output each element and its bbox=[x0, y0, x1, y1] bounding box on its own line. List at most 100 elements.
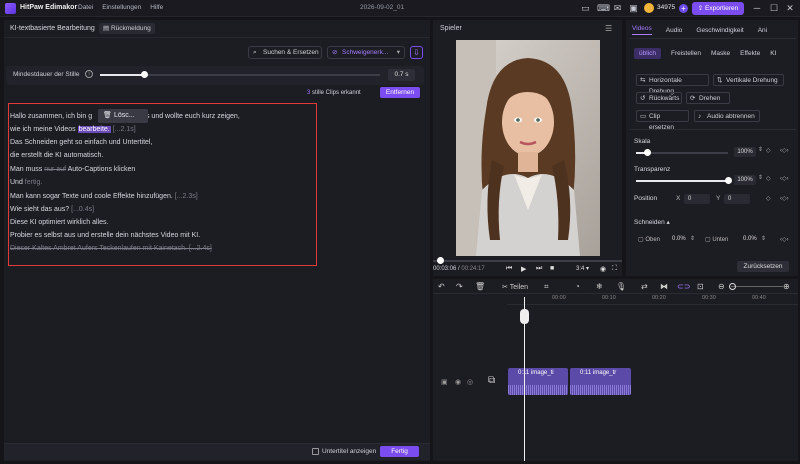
transcript-line[interactable]: Wie sieht das aus? [...0.4s] bbox=[10, 206, 94, 213]
reset-button[interactable]: Zurücksetzen bbox=[737, 261, 789, 272]
stepper-icon[interactable]: ⇕ bbox=[758, 146, 763, 153]
reset-icon[interactable]: ‹◇› bbox=[780, 195, 789, 202]
transcript-line[interactable]: die erstellt die KI automatisch. bbox=[10, 152, 103, 159]
tab-audio[interactable]: Audio bbox=[666, 27, 683, 34]
crop-tool-icon[interactable]: ⌗ bbox=[544, 282, 549, 292]
pos-x-input[interactable]: 0 bbox=[684, 194, 710, 204]
monitor-icon[interactable]: ▭ bbox=[580, 3, 591, 14]
subtab-cutout[interactable]: Freistellen bbox=[671, 50, 701, 57]
transcript-line[interactable]: Diese KI optimiert wirklich alles. bbox=[10, 219, 108, 226]
player-progress-track[interactable] bbox=[433, 260, 622, 262]
timeline-clip[interactable]: 0:11 image_ti bbox=[508, 368, 568, 395]
transcript-line[interactable]: Das Schneiden geht so einfach und Untert… bbox=[10, 139, 152, 146]
reset-icon[interactable]: ‹◇› bbox=[780, 147, 789, 154]
reset-icon[interactable]: ‹◇› bbox=[780, 236, 789, 243]
pause-marker[interactable]: [...2.1s] bbox=[113, 126, 136, 133]
preview-icon[interactable]: ⊡ bbox=[697, 282, 704, 291]
info-icon[interactable]: i bbox=[85, 70, 93, 78]
player-menu-icon[interactable]: ☰ bbox=[605, 24, 612, 33]
crop-top-value[interactable]: 0.0% bbox=[672, 236, 686, 242]
redo-icon[interactable]: ↷ bbox=[456, 282, 463, 291]
next-frame-icon[interactable]: ⏭ bbox=[536, 265, 542, 273]
delete-popup[interactable]: 🗑 Lösc... bbox=[98, 109, 148, 123]
transcript-line[interactable]: Und fertig. bbox=[10, 179, 42, 186]
detach-audio-button[interactable]: ♪ Audio abtrennen bbox=[694, 110, 760, 122]
export-text-button[interactable]: ⇩ bbox=[410, 46, 423, 59]
keyframe-icon[interactable]: ◇ bbox=[766, 175, 771, 182]
keyboard-icon[interactable]: ⌨ bbox=[597, 3, 610, 14]
video-preview[interactable] bbox=[456, 40, 600, 256]
mail-icon[interactable]: ✉ bbox=[612, 3, 623, 14]
silence-detection-dropdown[interactable]: ⊘ Schweigenerk... ▾ bbox=[327, 46, 405, 59]
zoom-out-icon[interactable]: ⊖ bbox=[718, 282, 725, 291]
pause-marker[interactable]: [...0.4s] bbox=[71, 206, 94, 213]
subtab-effects[interactable]: Effekte bbox=[740, 50, 760, 57]
replace-clip-button[interactable]: ▭ Clip ersetzen bbox=[636, 110, 689, 131]
keyframe-icon[interactable]: ◇ bbox=[766, 195, 771, 202]
transcript-line[interactable]: Man muss nur auf Auto-Captions klicken bbox=[10, 166, 135, 173]
flip-horizontal-button[interactable]: ⇆ Horizontale Drehung bbox=[636, 74, 709, 95]
menu-settings[interactable]: Einstellungen bbox=[102, 4, 141, 11]
link-icon[interactable]: ⇄ bbox=[641, 282, 648, 291]
remove-button[interactable]: Entfernen bbox=[380, 87, 420, 98]
close-icon[interactable]: ✕ bbox=[785, 3, 795, 13]
zoom-thumb[interactable] bbox=[729, 283, 736, 290]
pause-marker[interactable]: [...2.3s] bbox=[175, 193, 198, 200]
opacity-value[interactable]: 100% bbox=[734, 175, 756, 185]
min-silence-value[interactable]: 0.7 s bbox=[388, 69, 415, 81]
done-button[interactable]: Fertig bbox=[380, 446, 419, 457]
cover-icon[interactable]: ⧉ bbox=[488, 375, 495, 386]
delete-icon[interactable]: 🗑 bbox=[475, 282, 485, 291]
timeline-clip[interactable]: 0:11 image_tr bbox=[570, 368, 631, 395]
export-button[interactable]: ⇪ Exportieren bbox=[692, 2, 744, 15]
tab-speed[interactable]: Geschwindigkeit bbox=[696, 27, 743, 34]
stepper-icon[interactable]: ⇕ bbox=[690, 235, 695, 242]
stepper-icon[interactable]: ⇕ bbox=[758, 174, 763, 181]
zoom-in-icon[interactable]: ⊕ bbox=[783, 282, 790, 291]
menu-file[interactable]: Datei bbox=[78, 4, 93, 11]
transcript-line[interactable]: Probier es selbst aus und erstelle dein … bbox=[10, 232, 200, 239]
reset-icon[interactable]: ‹◇› bbox=[780, 175, 789, 182]
show-subtitles-checkbox[interactable] bbox=[312, 448, 319, 455]
undo-icon[interactable]: ↶ bbox=[438, 282, 445, 291]
timeline-ruler[interactable]: 00:00 00:10 00:20 00:30 00:40 bbox=[507, 295, 798, 302]
menu-help[interactable]: Hilfe bbox=[150, 4, 163, 11]
maximize-icon[interactable]: ☐ bbox=[769, 3, 779, 13]
play-icon[interactable]: ▶ bbox=[521, 265, 526, 273]
snap-icon[interactable]: ⧓ bbox=[660, 282, 668, 291]
search-replace-button[interactable]: ⌕ Suchen & Ersetzen bbox=[248, 46, 322, 59]
reverse-button[interactable]: ↺ Rückwärts bbox=[636, 92, 682, 104]
speed-icon[interactable]: ◔ bbox=[575, 282, 580, 291]
subtab-ai[interactable]: KI bbox=[770, 50, 776, 57]
crop-bottom-value[interactable]: 0.0% bbox=[743, 236, 757, 242]
fullscreen-icon[interactable]: ⛶ bbox=[612, 265, 617, 273]
stepper-icon[interactable]: ⇕ bbox=[761, 235, 766, 242]
mic-icon[interactable]: 🎙 bbox=[616, 282, 626, 291]
flip-vertical-button[interactable]: ⇅ Vertikale Drehung bbox=[713, 74, 784, 86]
track-eye-icon[interactable]: ◉ bbox=[455, 378, 461, 386]
keyframe-icon[interactable]: ◇ bbox=[766, 147, 771, 154]
transcript-line[interactable]: wie ich meine Videos bearbeite. [...2.1s… bbox=[10, 126, 136, 133]
stop-icon[interactable]: ■ bbox=[550, 265, 554, 272]
subtab-common[interactable]: üblich bbox=[634, 48, 661, 59]
minimize-icon[interactable]: ─ bbox=[752, 3, 762, 13]
crop-section[interactable]: Schneiden ▴ bbox=[634, 218, 670, 226]
opacity-slider-thumb[interactable] bbox=[724, 177, 732, 184]
track-mute-icon[interactable]: ◎ bbox=[467, 378, 473, 386]
rotate-button[interactable]: ⟳ Drehen bbox=[686, 92, 730, 104]
transcript-line-deleted[interactable]: Dieser Kaltes Ambret Aufers Teckenlaufen… bbox=[10, 245, 212, 252]
magnet-icon[interactable]: ⊂⊃ bbox=[677, 282, 690, 291]
prev-frame-icon[interactable]: ⏮ bbox=[506, 265, 512, 273]
aspect-ratio-dropdown[interactable]: 3:4 ▾ bbox=[576, 265, 589, 272]
playhead-handle[interactable] bbox=[520, 309, 529, 324]
pos-y-input[interactable]: 0 bbox=[724, 194, 750, 204]
tab-videos[interactable]: Videos bbox=[632, 25, 652, 35]
gift-icon[interactable]: ▣ bbox=[628, 3, 639, 14]
split-button[interactable]: ✂ Teilen bbox=[502, 283, 528, 291]
zoom-slider[interactable] bbox=[731, 286, 783, 287]
snapshot-icon[interactable]: ◉ bbox=[600, 265, 606, 273]
add-coins-button[interactable]: + bbox=[679, 4, 688, 13]
player-progress-thumb[interactable] bbox=[437, 257, 445, 264]
freeze-icon[interactable]: ❄ bbox=[596, 282, 603, 291]
highlighted-word[interactable]: bearbeite. bbox=[77, 126, 111, 133]
